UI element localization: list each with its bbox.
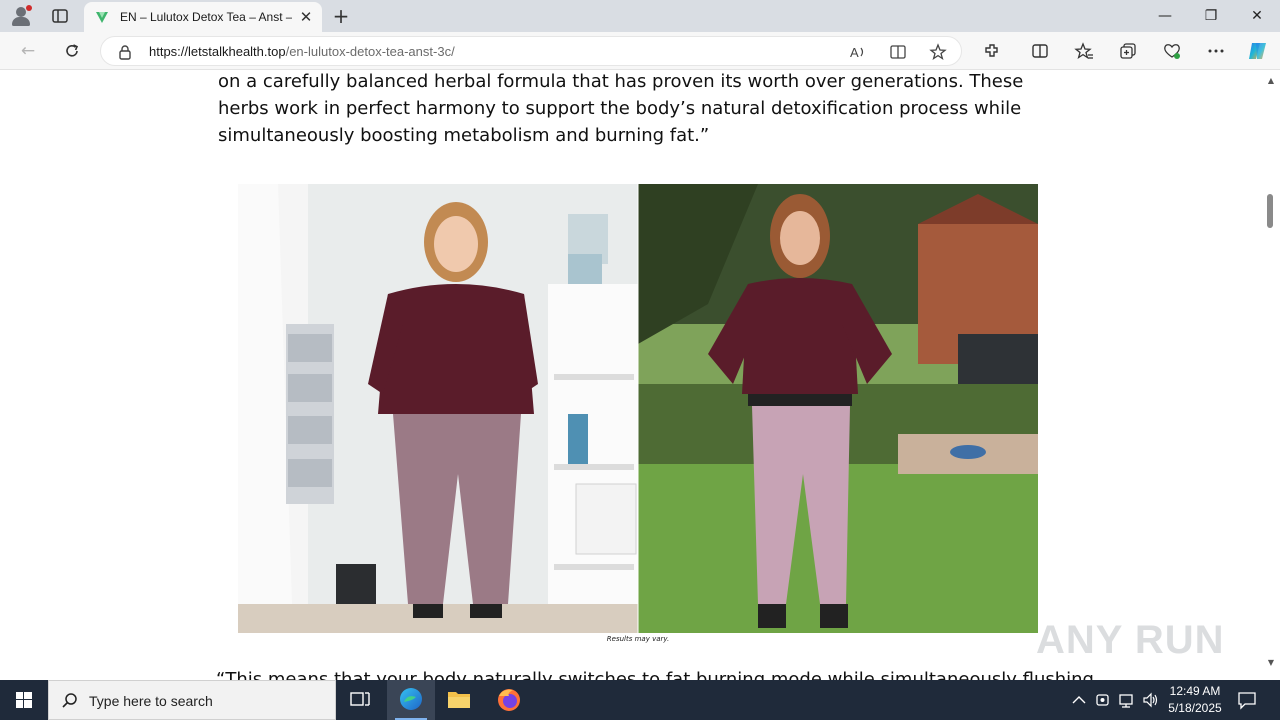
refresh-icon[interactable] (60, 39, 84, 63)
tab-actions-icon[interactable] (50, 6, 70, 26)
before-after-photo (238, 184, 1038, 633)
watermark: ANY RUN (1036, 606, 1236, 676)
profile-icon[interactable] (10, 5, 32, 27)
image-caption: Results may vary. (606, 635, 670, 643)
collections-icon[interactable] (1118, 41, 1138, 61)
more-icon[interactable] (1206, 41, 1226, 61)
tab-strip: EN – Lulutox Detox Tea – Anst – 3 ✕ + — … (0, 0, 1280, 32)
meet-now-icon[interactable] (1094, 690, 1112, 710)
tab-active[interactable]: EN – Lulutox Detox Tea – Anst – 3 ✕ (84, 2, 322, 32)
back-icon[interactable]: ← (16, 39, 40, 63)
taskbar: Type here to search 12:49 AM 5/18/2025 (0, 680, 1280, 720)
favicon-icon (94, 9, 110, 25)
copilot-icon[interactable] (1246, 39, 1270, 63)
clock-time: 12:49 AM (1169, 684, 1221, 698)
article-paragraph-next: “This means that your body naturally swi… (216, 669, 1094, 680)
article-paragraph: on a carefully balanced herbal formula t… (218, 71, 1024, 146)
extensions-icon[interactable] (982, 41, 1002, 61)
vertical-scrollbar[interactable]: ▲ ▼ (1262, 70, 1280, 680)
search-placeholder: Type here to search (89, 693, 213, 709)
taskbar-clock[interactable]: 12:49 AM 5/18/2025 (1160, 683, 1230, 717)
address-bar[interactable]: https://letstalkhealth.top/en-lulutox-de… (100, 36, 962, 66)
new-tab-icon[interactable]: + (330, 5, 352, 27)
taskbar-search[interactable]: Type here to search (48, 680, 336, 720)
scroll-thumb[interactable] (1267, 194, 1273, 228)
windows-start-icon[interactable] (0, 680, 48, 720)
firefox-icon[interactable] (485, 680, 533, 720)
immersive-reader-icon[interactable] (889, 43, 907, 61)
favorites-icon[interactable] (1074, 41, 1094, 61)
svg-text:A: A (850, 45, 859, 60)
close-tab-icon[interactable]: ✕ (298, 9, 314, 25)
browser-essentials-icon[interactable] (1162, 41, 1182, 61)
search-icon (61, 692, 79, 710)
file-explorer-icon[interactable] (435, 680, 483, 720)
lock-icon[interactable] (117, 44, 133, 60)
toolbar: ← https://letstalkhealth.top/en-lulutox-… (0, 32, 1280, 70)
favorite-star-icon[interactable] (929, 43, 947, 61)
notifications-icon[interactable] (1236, 689, 1258, 711)
restore-icon[interactable]: ❐ (1196, 4, 1226, 28)
tray-chevron-icon[interactable] (1070, 690, 1088, 710)
read-aloud-icon[interactable]: A (849, 43, 867, 61)
scroll-down-icon[interactable]: ▼ (1265, 658, 1277, 668)
task-view-icon[interactable] (336, 680, 384, 720)
network-icon[interactable] (1118, 690, 1136, 710)
edge-taskbar-icon[interactable] (387, 680, 435, 720)
clock-date: 5/18/2025 (1168, 701, 1222, 715)
tab-title: EN – Lulutox Detox Tea – Anst – 3 (120, 10, 292, 24)
split-screen-icon[interactable] (1030, 41, 1050, 61)
scroll-up-icon[interactable]: ▲ (1265, 76, 1277, 86)
close-window-icon[interactable]: ✕ (1242, 4, 1272, 28)
url-text[interactable]: https://letstalkhealth.top/en-lulutox-de… (149, 44, 455, 59)
volume-icon[interactable] (1142, 690, 1160, 710)
minimize-icon[interactable]: — (1150, 4, 1180, 28)
watermark-text: ANY RUN (1036, 618, 1225, 662)
page-content: on a carefully balanced herbal formula t… (0, 70, 1262, 680)
